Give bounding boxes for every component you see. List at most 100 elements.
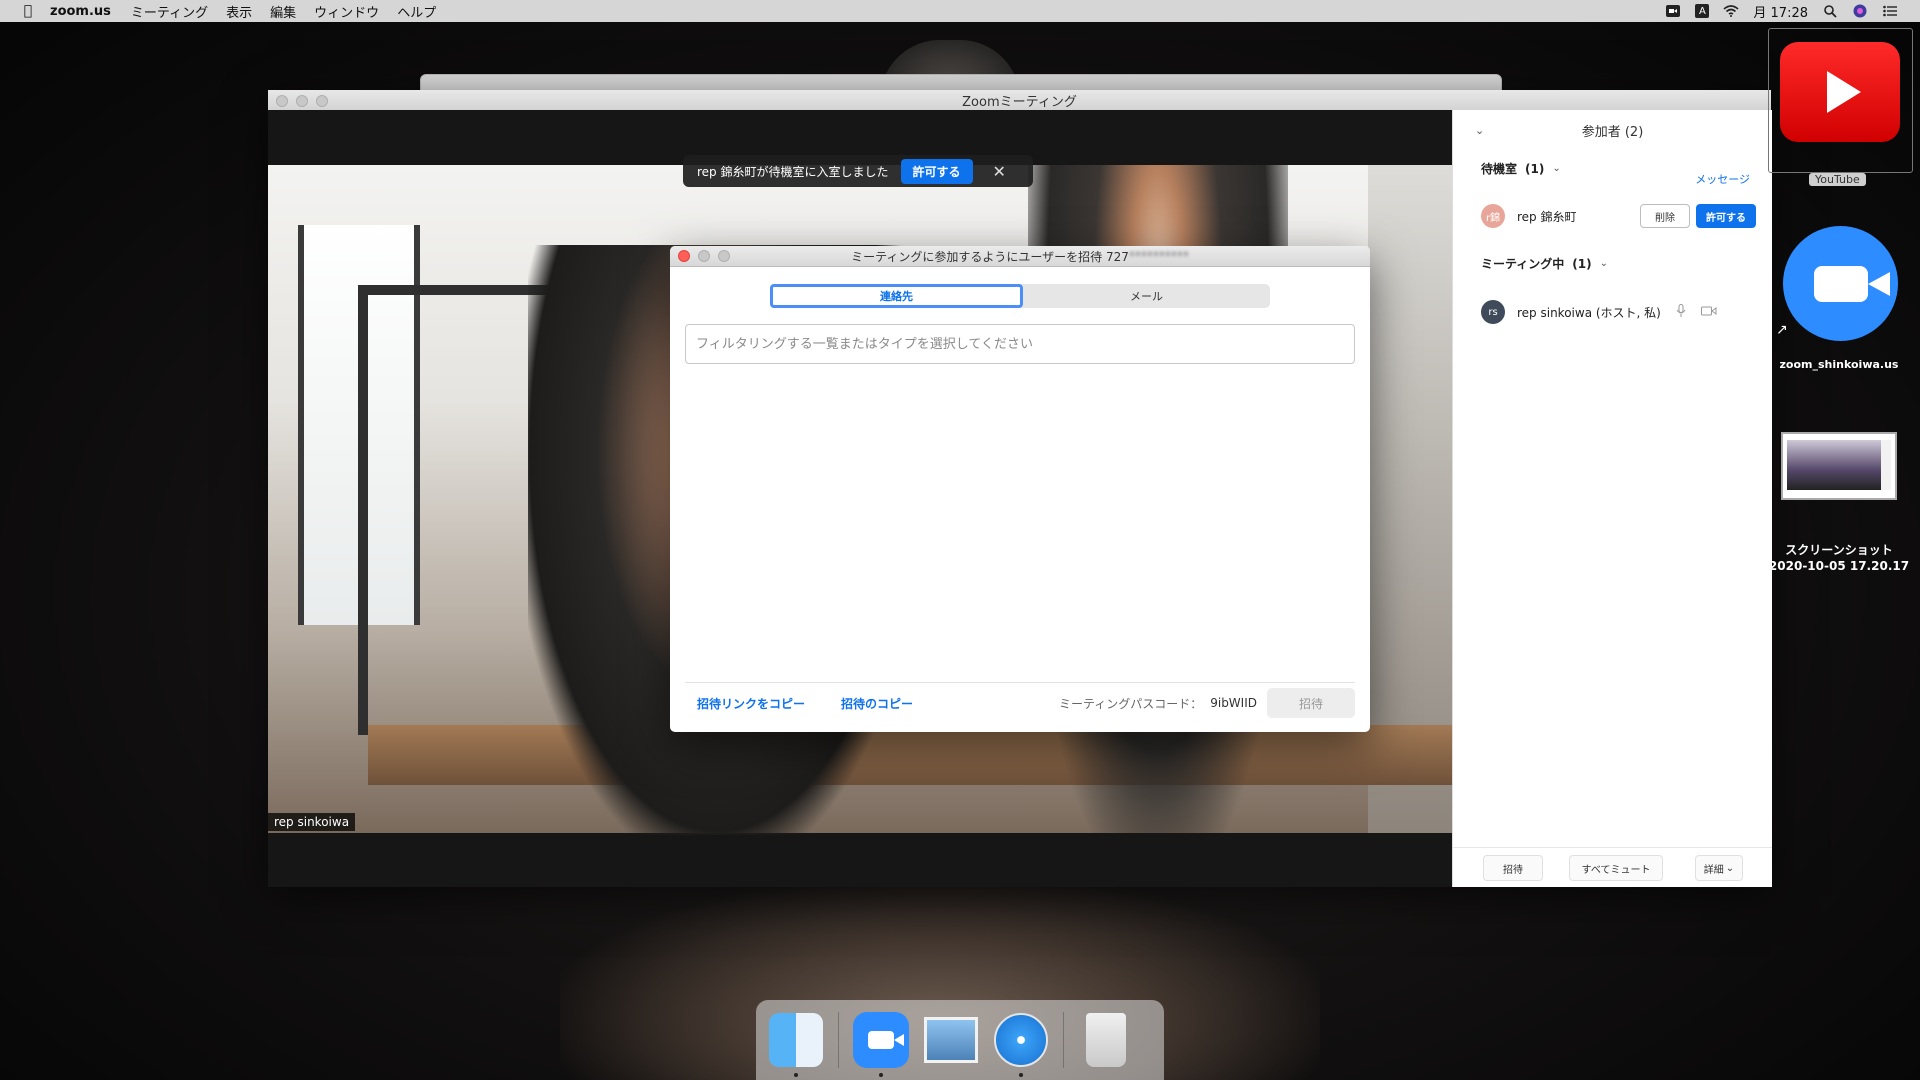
dock-trash[interactable] [1078,1012,1134,1068]
youtube-label[interactable]: YouTube [1809,173,1866,186]
trash-icon [1086,1013,1126,1067]
zoom-window-icon[interactable] [316,95,328,107]
dock-separator [838,1012,839,1068]
minimize-dialog-icon[interactable] [698,250,710,262]
dialog-footer: 招待リンクをコピー 招待のコピー ミーティングパスコード： 9ibWIID 招待 [685,682,1355,723]
window-titlebar[interactable]: Zoomミーティング [268,90,1771,111]
invite-send-button[interactable]: 招待 [1267,688,1355,718]
finder-icon [769,1013,823,1067]
zoom-icon [853,1012,909,1068]
dialog-titlebar[interactable]: ミーティングに参加するようにユーザーを招待 727 ********** [670,246,1370,267]
more-button-label: 詳細 [1703,864,1724,876]
dialog-window-controls [678,250,730,262]
menu-bar:  zoom.us ミーティング 表示 編集 ウィンドウ ヘルプ A 月 17:… [0,0,1920,22]
close-dialog-icon[interactable] [678,250,690,262]
siri-icon[interactable] [1852,4,1868,18]
menu-help[interactable]: ヘルプ [397,2,436,21]
zoom-app-icon[interactable] [1783,226,1898,341]
toast-close-icon[interactable]: ✕ [993,162,1006,181]
participants-footer: 招待 すべてミュート 詳細 ⌄ [1453,847,1772,888]
dock [756,1000,1164,1080]
avatar: r錦 [1481,204,1505,228]
in-meeting-count: (1) [1572,256,1592,271]
zoom-shortcut-label[interactable]: zoom_shinkoiwa.us [1762,358,1916,371]
toast-admit-button[interactable]: 許可する [900,158,973,184]
dock-preview[interactable] [923,1012,979,1068]
in-meeting-title: ミーティング中 [1481,257,1565,271]
chevron-down-icon[interactable]: ⌄ [1552,163,1560,174]
menubar-clock[interactable]: 月 17:28 [1753,2,1808,21]
screenshot-preview-side [1881,440,1891,490]
tab-email[interactable]: メール [1023,284,1270,308]
alias-arrow-icon: ↗ [1776,322,1788,338]
passcode-value: 9ibWIID [1210,696,1257,710]
waiting-participant-row[interactable]: r錦 rep 錦糸町 削除 許可する [1481,203,1756,229]
screenshot-label-line2: 2020-10-05 17.20.17 [1768,559,1910,573]
more-button[interactable]: 詳細 ⌄ [1695,855,1743,881]
passcode-label: ミーティングパスコード： [1058,696,1203,711]
minimize-window-icon[interactable] [296,95,308,107]
safari-compass-icon [994,1013,1048,1067]
running-indicator [794,1073,798,1077]
close-window-icon[interactable] [276,95,288,107]
youtube-app-icon[interactable] [1780,42,1900,142]
participants-title: 参加者 (2) [1581,124,1644,140]
waiting-participant-name: rep 錦糸町 [1517,209,1577,224]
apple-menu-icon[interactable]:  [20,3,36,19]
menu-window[interactable]: ウィンドウ [314,2,379,21]
wifi-icon[interactable] [1723,4,1739,18]
running-indicator [1019,1073,1023,1077]
invite-button[interactable]: 招待 [1483,855,1543,881]
running-indicator [879,1073,883,1077]
copy-invitation-button[interactable]: 招待のコピー [841,695,913,712]
mute-all-button[interactable]: すべてミュート [1569,855,1663,881]
toast-message: rep 錦糸町が待機室に入室しました [697,164,889,179]
avatar: rs [1481,300,1505,324]
menu-edit[interactable]: 編集 [270,2,296,21]
microphone-icon[interactable] [1673,303,1689,321]
zoom-dialog-icon[interactable] [718,250,730,262]
tab-contacts[interactable]: 連絡先 [770,284,1023,308]
video-camera-icon [1813,265,1890,302]
menu-app-name[interactable]: zoom.us [50,4,111,19]
remove-button[interactable]: 削除 [1640,204,1690,228]
dock-finder[interactable] [768,1012,824,1077]
admit-button[interactable]: 許可する [1696,204,1756,228]
participants-panel: ⌄ 参加者 (2) 待機室 (1) ⌄ メッセージ r錦 rep 錦糸町 削除 … [1452,110,1772,887]
copy-invite-link-button[interactable]: 招待リンクをコピー [697,695,805,712]
spotlight-search-icon[interactable] [1822,4,1838,18]
invite-method-tabs: 連絡先 メール [770,284,1270,308]
participant-name-tag: rep sinkoiwa [268,813,356,831]
dialog-title-blurred-id: ********** [1128,249,1189,263]
dock-safari[interactable] [993,1012,1049,1077]
screenshot-preview [1787,440,1883,490]
waiting-room-message-link[interactable]: メッセージ [1695,171,1750,187]
screenshot-file-label[interactable]: スクリーンショット 2020-10-05 17.20.17 [1762,542,1916,574]
window-controls [276,95,328,107]
waiting-room-count: (1) [1525,161,1545,176]
zoom-status-icon[interactable] [1665,4,1681,18]
in-meeting-section[interactable]: ミーティング中 (1) ⌄ [1481,255,1608,272]
window-title: Zoomミーティング [962,94,1077,110]
collapse-panel-chevron-icon[interactable]: ⌄ [1475,124,1484,137]
notification-center-icon[interactable] [1882,4,1898,18]
chevron-down-icon: ⌄ [1725,862,1735,874]
host-participant-name: rep sinkoiwa (ホスト, 私) [1517,305,1661,320]
waiting-room-section[interactable]: 待機室 (1) ⌄ [1481,160,1561,177]
screenshot-label-line1: スクリーンショット [1785,543,1893,557]
preview-icon [924,1017,978,1063]
input-source-icon[interactable]: A [1695,4,1710,18]
play-icon [1827,71,1861,113]
waiting-room-title: 待機室 [1481,162,1518,176]
host-participant-row[interactable]: rs rep sinkoiwa (ホスト, 私) [1481,299,1756,325]
screenshot-file-icon[interactable] [1781,432,1897,500]
menu-meeting[interactable]: ミーティング [131,2,208,21]
video-camera-icon[interactable] [1700,305,1717,319]
contact-filter-input[interactable] [685,324,1355,364]
dock-separator [1063,1012,1064,1068]
chevron-down-icon[interactable]: ⌄ [1600,258,1608,269]
dialog-title: ミーティングに参加するようにユーザーを招待 727 [851,249,1129,264]
dock-zoom[interactable] [853,1012,909,1077]
menu-view[interactable]: 表示 [226,2,252,21]
participants-header: ⌄ 参加者 (2) [1453,110,1772,150]
